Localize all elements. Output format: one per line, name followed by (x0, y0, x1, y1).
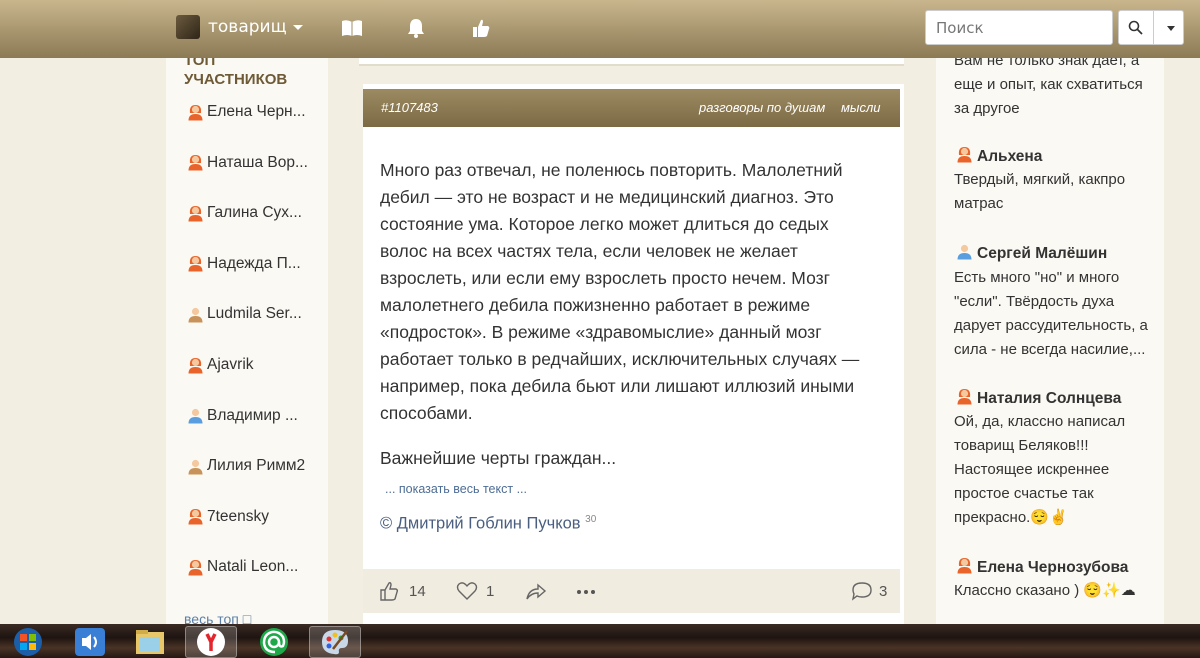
taskbar-yandex-browser[interactable] (185, 626, 237, 658)
female-user-icon (188, 559, 203, 576)
chevron-down-icon (292, 24, 303, 30)
member-item[interactable]: Надежда П... (187, 255, 301, 273)
male-user-icon (188, 408, 203, 424)
comments-button[interactable]: 3 (851, 581, 887, 601)
comment-text[interactable]: Вам не только знак дает, а еще и опыт, к… (954, 58, 1159, 121)
member-name: Ajavrik (207, 356, 254, 373)
speaker-icon (75, 628, 105, 656)
taskbar-mail-app[interactable] (248, 626, 300, 658)
yandex-browser-icon (197, 628, 225, 656)
member-name: Наташа Вор... (207, 153, 308, 171)
like-button[interactable]: 14 (379, 581, 426, 601)
female-user-icon (188, 155, 203, 171)
search-button[interactable] (1118, 10, 1184, 45)
member-item[interactable]: Ajavrik (187, 356, 254, 374)
comment-author[interactable]: Альхена (956, 146, 1042, 168)
member-item[interactable]: Natali Leon... (187, 558, 298, 576)
member-name: Лилия Римм2 (207, 457, 306, 475)
at-sign-icon (260, 628, 288, 656)
member-name: Natali Leon... (207, 558, 299, 576)
like-count: 14 (409, 582, 426, 600)
female-user-icon (188, 256, 203, 272)
post-card: #1107483 разговоры по душам мысли Много … (363, 84, 904, 624)
author-count: 30 (585, 514, 597, 525)
avatar (176, 15, 200, 39)
more-icon (577, 590, 595, 594)
post-tag[interactable]: разговоры по душам (699, 100, 825, 115)
female-user-icon (188, 357, 203, 373)
female-user-icon (188, 104, 203, 120)
book-icon[interactable] (340, 16, 364, 40)
favorite-count: 1 (486, 582, 495, 600)
comment-icon (851, 582, 872, 601)
member-item[interactable]: Лилия Римм2 (187, 457, 305, 475)
user-icon (188, 307, 203, 323)
member-item[interactable]: Галина Сух... (187, 204, 302, 222)
member-item[interactable]: Ludmila Ser... (187, 305, 302, 323)
palette-icon (322, 630, 348, 655)
favorite-button[interactable]: 1 (456, 581, 494, 601)
comment-author[interactable]: Сергей Малёшин (956, 243, 1107, 265)
search-icon (1128, 20, 1143, 35)
taskbar-paint-app[interactable] (309, 626, 361, 658)
member-item[interactable]: 7teensky (187, 508, 269, 526)
user-icon (188, 459, 203, 475)
comment-text[interactable]: Есть много "но" и много "если". Твёрдост… (954, 266, 1159, 362)
comment-author[interactable]: Елена Чернозубова (956, 557, 1128, 579)
post-number[interactable]: #1107483 (381, 100, 438, 115)
member-item[interactable]: Владимир ... (187, 407, 298, 425)
top-members-sidebar: топ участников Елена Черн... Наташа Вор..… (166, 58, 328, 624)
comment-author[interactable]: Наталия Солнцева (956, 388, 1121, 410)
member-name: Ludmila Ser... (207, 305, 302, 323)
more-options-button[interactable] (576, 589, 596, 595)
member-item[interactable]: Наташа Вор... (187, 154, 308, 172)
all-top-link[interactable]: весь топ □ (184, 611, 251, 624)
start-button[interactable] (2, 626, 54, 658)
heart-icon (456, 582, 478, 600)
bell-icon[interactable] (404, 16, 428, 40)
thumbs-up-icon[interactable] (469, 16, 493, 40)
chevron-down-icon[interactable] (1167, 26, 1175, 31)
share-icon (526, 583, 547, 600)
sidebar-title: топ участников (184, 58, 288, 88)
comment-text[interactable]: Классно сказано ) 😌✨☁ (954, 579, 1159, 603)
female-user-icon (188, 509, 203, 525)
member-item[interactable]: Елена Черн... (187, 103, 306, 121)
female-user-icon (957, 558, 972, 574)
post-author[interactable]: © Дмитрий Гоблин Пучков 30 (380, 514, 596, 534)
top-navbar: товарищ (0, 0, 1200, 58)
search-input[interactable] (925, 10, 1113, 45)
taskbar-sound-app[interactable] (64, 626, 116, 658)
folder-icon (136, 630, 164, 654)
female-user-icon (957, 389, 972, 405)
comment-count: 3 (879, 582, 888, 600)
thumbs-up-icon (380, 582, 399, 601)
previous-post-card (359, 58, 904, 66)
post-actions: 14 1 3 (363, 569, 900, 613)
username: товарищ (208, 17, 287, 37)
user-menu[interactable]: товарищ (176, 15, 303, 39)
recent-comments-sidebar: Вам не только знак дает, а еще и опыт, к… (936, 58, 1164, 624)
post-text: Много раз отвечал, не поленюсь повторить… (380, 160, 860, 423)
member-name: Владимир ... (207, 406, 298, 424)
post-text-continued: Важнейшие черты граждан... (380, 448, 617, 468)
member-name: Галина Сух... (207, 204, 302, 222)
female-user-icon (957, 147, 972, 163)
windows-logo-icon (14, 628, 42, 656)
member-name: Елена Черн... (207, 103, 306, 120)
share-button[interactable] (525, 581, 547, 601)
post-header: #1107483 разговоры по душам мысли (363, 89, 900, 127)
windows-taskbar (0, 624, 1200, 658)
comment-text[interactable]: Ой, да, классно написал товарищ Беляков!… (954, 410, 1159, 530)
male-user-icon (957, 244, 972, 260)
member-name: 7teensky (207, 507, 270, 525)
taskbar-explorer-app[interactable] (124, 626, 176, 658)
comment-text[interactable]: Твердый, мягкий, какпро матрас (954, 168, 1159, 216)
female-user-icon (188, 205, 203, 222)
post-tag[interactable]: мысли (841, 100, 881, 115)
show-more-link[interactable]: ... показать весь текст ... (385, 482, 527, 496)
member-name: Надежда П... (207, 254, 301, 272)
